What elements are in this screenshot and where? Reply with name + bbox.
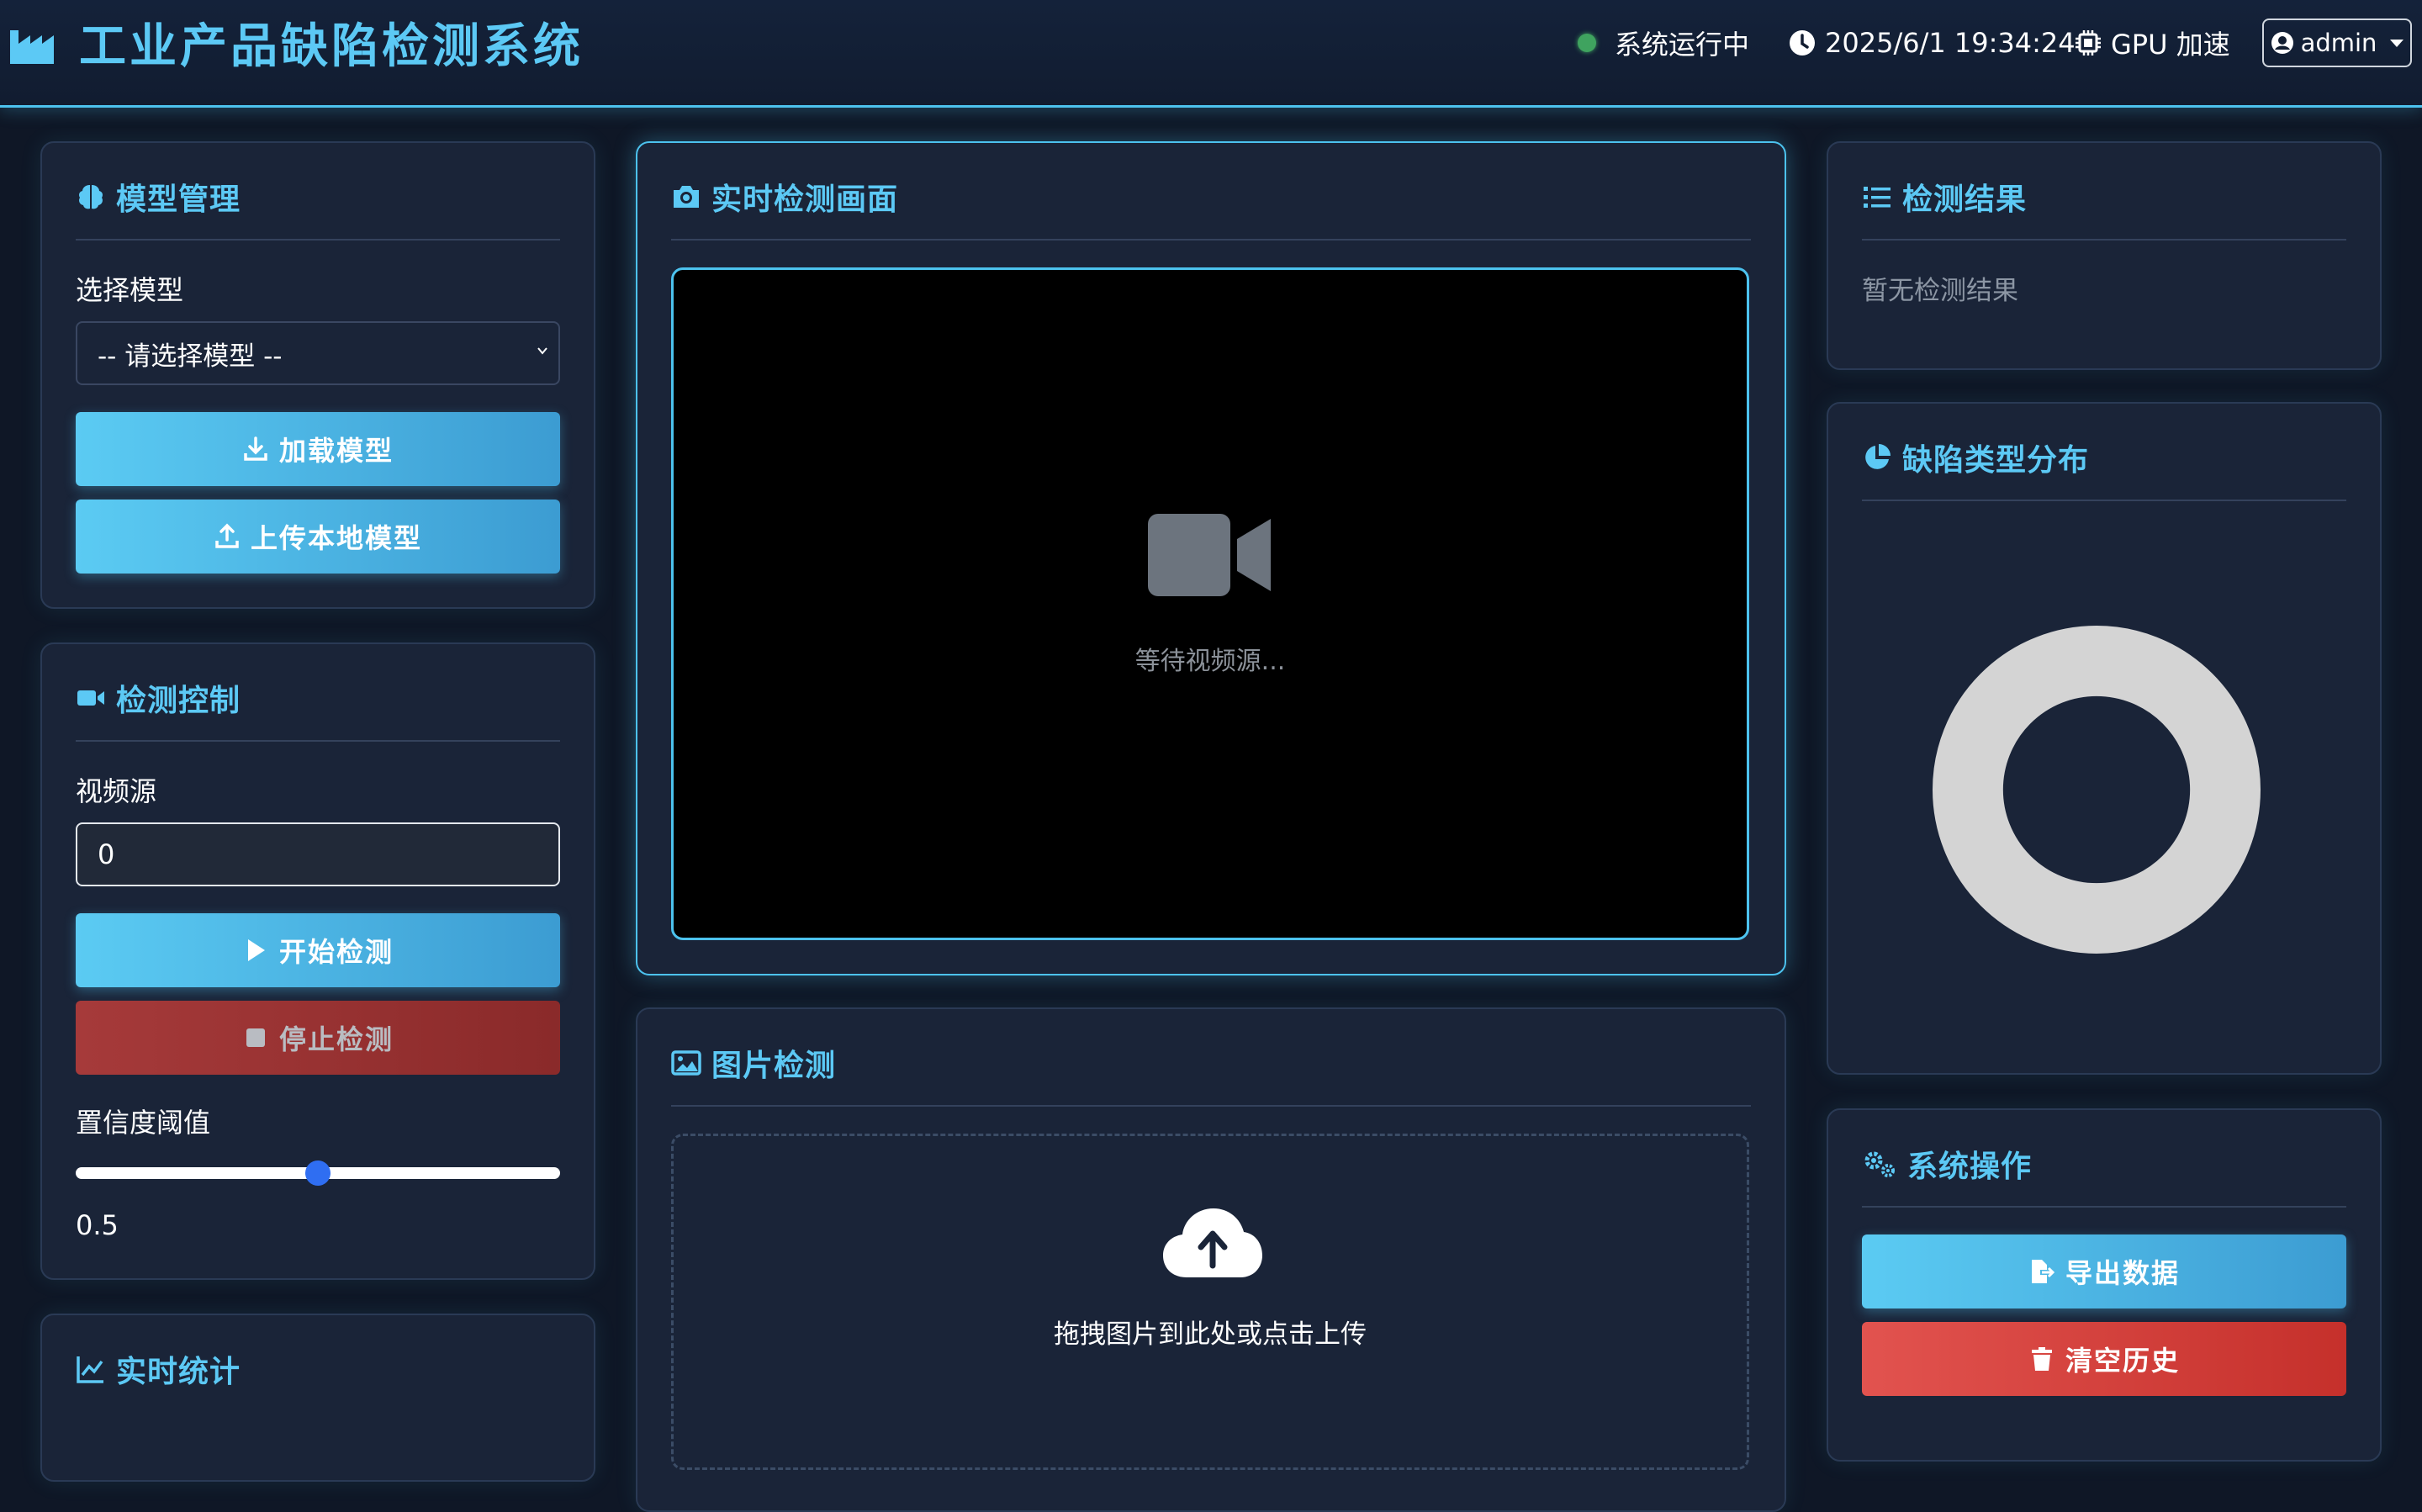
system-operations-title: 系统操作 (1862, 1142, 2032, 1186)
trash-icon (2031, 1347, 2052, 1371)
clock-icon (1790, 30, 1815, 56)
realtime-stats-card: 实时统计 (40, 1314, 595, 1482)
upload-model-button[interactable]: 上传本地模型 (76, 500, 560, 574)
realtime-video-label: 实时检测画面 (711, 182, 899, 217)
pie-chart-icon (1865, 444, 1891, 469)
stop-detection-label: 停止检测 (278, 1023, 394, 1055)
load-model-button[interactable]: 加载模型 (76, 412, 560, 486)
realtime-video-card: 实时检测画面 等待视频源... (636, 141, 1786, 975)
app-title: 工业产品缺陷检测系统 (79, 19, 584, 74)
download-icon (244, 436, 267, 461)
chip-icon (2076, 30, 2101, 56)
divider (671, 1105, 1751, 1107)
model-select[interactable]: -- 请选择模型 -- (76, 321, 560, 385)
line-chart-icon (77, 1356, 103, 1383)
realtime-video-title: 实时检测画面 (671, 175, 898, 219)
status-indicator-dot (1578, 34, 1596, 52)
realtime-stats-label: 实时统计 (116, 1355, 241, 1389)
defect-distribution-title: 缺陷类型分布 (1862, 436, 2089, 479)
divider (1862, 500, 2346, 501)
start-detection-button[interactable]: 开始检测 (76, 913, 560, 987)
model-management-card: 模型管理 选择模型 -- 请选择模型 -- 加载模型 上传本地模型 (40, 141, 595, 609)
defect-distribution-card: 缺陷类型分布 (1827, 402, 2382, 1075)
top-header: 工业产品缺陷检测系统 系统运行中 2025/6/1 19:34:24 GPU 加… (0, 0, 2422, 108)
status-text: 系统运行中 (1615, 29, 1750, 61)
username: admin (2300, 29, 2377, 57)
start-detection-label: 开始检测 (278, 936, 394, 968)
detection-control-card: 检测控制 视频源 0 开始检测 停止检测 置信度阈值 0.5 (40, 642, 595, 1280)
list-icon (1864, 187, 1891, 208)
detection-results-label: 检测结果 (1902, 182, 2028, 217)
model-management-title: 模型管理 (76, 175, 241, 219)
user-circle-icon (2271, 32, 2293, 54)
divider (76, 740, 560, 742)
video-placeholder-icon (1148, 514, 1271, 596)
chevron-down-icon (537, 347, 547, 355)
defect-donut-chart (1933, 626, 2261, 954)
divider (1862, 1206, 2346, 1208)
video-source-input[interactable]: 0 (76, 822, 560, 886)
detection-results-title: 检测结果 (1862, 175, 2027, 219)
image-detection-title: 图片检测 (671, 1041, 836, 1085)
image-detection-label: 图片检测 (711, 1049, 837, 1083)
camera-icon (674, 186, 699, 208)
system-operations-card: 系统操作 导出数据 清空历史 (1827, 1108, 2382, 1462)
stop-icon (246, 1028, 265, 1047)
export-data-button[interactable]: 导出数据 (1862, 1234, 2346, 1308)
image-drop-zone[interactable]: 拖拽图片到此处或点击上传 (671, 1134, 1749, 1470)
brain-icon (79, 185, 103, 209)
chevron-down-icon (2390, 39, 2404, 47)
video-source-value: 0 (98, 838, 115, 870)
defect-distribution-label: 缺陷类型分布 (1902, 443, 2090, 478)
clear-history-button[interactable]: 清空历史 (1862, 1322, 2346, 1396)
gpu-status: GPU 加速 (2074, 20, 2230, 66)
export-data-label: 导出数据 (2065, 1257, 2180, 1289)
factory-icon (10, 29, 54, 64)
model-management-label: 模型管理 (116, 182, 241, 217)
confidence-threshold-value: 0.5 (76, 1209, 119, 1241)
system-operations-label: 系统操作 (1907, 1150, 2033, 1184)
detection-control-label: 检测控制 (116, 684, 241, 718)
realtime-stats-title: 实时统计 (76, 1347, 241, 1391)
divider (1862, 239, 2346, 241)
stop-detection-button[interactable]: 停止检测 (76, 1001, 560, 1075)
detection-control-title: 检测控制 (76, 676, 241, 720)
cloud-upload-icon (1163, 1208, 1262, 1277)
load-model-label: 加载模型 (278, 435, 394, 467)
video-display: 等待视频源... (671, 267, 1749, 940)
detection-results-card: 检测结果 暂无检测结果 (1827, 141, 2382, 370)
video-source-label: 视频源 (76, 775, 157, 807)
user-menu-button[interactable]: admin (2262, 19, 2412, 67)
datetime-text: 2025/6/1 19:34:24 (1825, 27, 2076, 59)
model-select-value: -- 请选择模型 -- (98, 341, 283, 372)
play-icon (247, 939, 265, 961)
slider-thumb[interactable] (305, 1160, 331, 1186)
no-results-text: 暂无检测结果 (1862, 276, 2018, 306)
gpu-text: GPU 加速 (2111, 29, 2230, 61)
drop-zone-text: 拖拽图片到此处或点击上传 (1054, 1319, 1367, 1350)
file-export-icon (2031, 1260, 2055, 1283)
waiting-text: 等待视频源... (1134, 647, 1286, 676)
brand: 工业产品缺陷检测系统 (8, 8, 584, 77)
confidence-slider[interactable] (76, 1160, 560, 1186)
image-detection-card: 图片检测 拖拽图片到此处或点击上传 (636, 1007, 1786, 1512)
divider (76, 239, 560, 241)
select-model-label: 选择模型 (76, 274, 184, 306)
gears-icon (1864, 1151, 1895, 1177)
clear-history-label: 清空历史 (2065, 1345, 2180, 1377)
datetime-display: 2025/6/1 19:34:24 (1788, 20, 2076, 66)
upload-model-label: 上传本地模型 (250, 522, 422, 554)
divider (671, 239, 1751, 241)
upload-icon (215, 523, 239, 548)
image-icon (671, 1050, 701, 1076)
video-camera-icon (77, 690, 104, 706)
confidence-threshold-label: 置信度阈值 (76, 1107, 211, 1139)
system-status: 系统运行中 (1578, 20, 1749, 66)
